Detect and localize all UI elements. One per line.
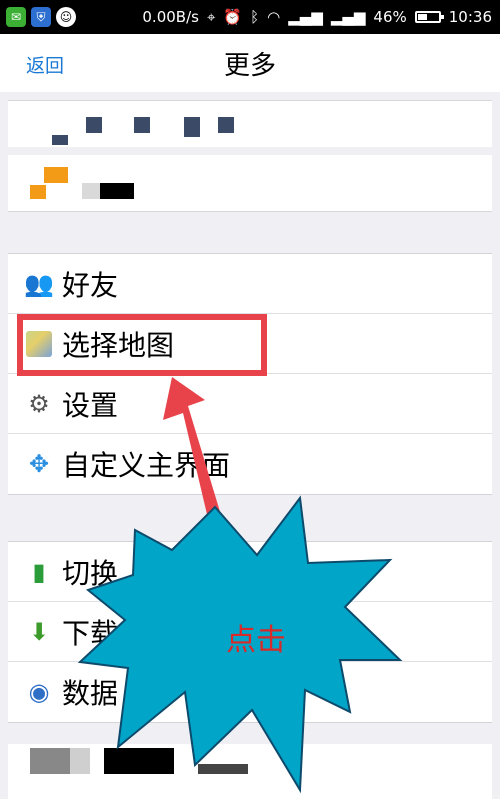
obscured-block: [134, 117, 150, 133]
highlight-box: [17, 314, 267, 376]
bar-chart-icon: ▮: [32, 557, 46, 586]
obscured-block: [198, 764, 248, 774]
status-bar: ✉ ⛨ ☺ 0.00B/s ⌖ ⏰ ᛒ ◠ ▂▄▆ ▂▄▆ 46% 10:36: [0, 0, 500, 34]
menu-item-label: 数据: [62, 677, 119, 710]
signal-icon: ▂▄▆: [288, 8, 323, 26]
menu-item-label: 下载: [62, 616, 119, 650]
obscured-block: [70, 748, 90, 774]
alarm-icon: ⏰: [223, 8, 243, 26]
clock: 10:36: [448, 8, 492, 26]
account-card[interactable]: [8, 100, 492, 212]
obscured-block: [30, 185, 46, 199]
nav-bar: 返回 更多: [0, 34, 500, 92]
obscured-block: [86, 117, 102, 133]
battery-fill: [417, 14, 427, 20]
menu-item-label: 设置: [62, 388, 119, 422]
gear-icon: ⚙: [28, 389, 50, 418]
obscured-block: [100, 183, 134, 199]
menu-item-label: 切换: [62, 556, 119, 590]
signal-icon: ▂▄▆: [330, 8, 366, 26]
download-icon: ⬇: [28, 617, 50, 646]
battery-icon: [414, 11, 444, 23]
status-right: 0.00B/s ⌖ ⏰ ᛒ ◠ ▂▄▆ ▂▄▆ 46% 10:36: [142, 8, 492, 26]
obscured-block: [30, 748, 70, 774]
friends-icon: 👥: [24, 269, 54, 298]
menu-item-label: 自定义主界面: [62, 449, 231, 482]
location-icon: ⌖: [206, 8, 216, 26]
page-title: 更多: [223, 51, 276, 81]
shield-icon: ⛨: [31, 7, 51, 27]
obscured-divider: [8, 147, 492, 155]
obscured-block: [218, 117, 234, 133]
globe-icon: ◉: [28, 678, 50, 706]
obscured-row: [8, 744, 492, 799]
menu-item-data[interactable]: ◉ 数据: [8, 662, 492, 722]
obscured-block: [44, 167, 68, 183]
obscured-block: [52, 135, 68, 145]
menu-item-switch[interactable]: ▮ 切换: [8, 542, 492, 602]
menu-item-settings[interactable]: ⚙ 设置: [8, 374, 492, 434]
callout-label: 点击: [226, 623, 286, 658]
wechat-icon: ✉: [6, 7, 26, 27]
menu-item-customize-home[interactable]: ✥ 自定义主界面: [8, 434, 492, 494]
status-left-icons: ✉ ⛨ ☺: [6, 7, 76, 27]
qq-icon: ☺: [56, 7, 76, 27]
compass-icon: ✥: [28, 450, 50, 478]
menu-item-label: 好友: [62, 268, 119, 302]
obscured-block: [104, 748, 174, 774]
bluetooth-icon: ᛒ: [250, 8, 260, 26]
obscured-block: [184, 117, 200, 137]
net-speed: 0.00B/s: [142, 8, 199, 26]
obscured-block: [82, 183, 100, 199]
wifi-icon: ◠: [267, 8, 281, 26]
battery-percent: 46%: [373, 8, 407, 26]
menu-item-friends[interactable]: 👥 好友: [8, 254, 492, 314]
